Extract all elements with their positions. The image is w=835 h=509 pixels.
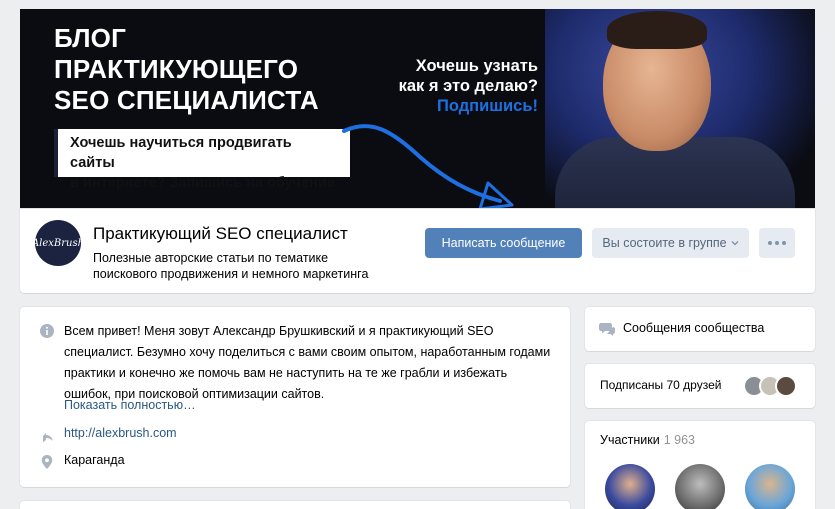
friends-avatars <box>743 375 797 397</box>
cover-title: БЛОГ ПРАКТИКУЮЩЕГО SEO СПЕЦИАЛИСТА <box>54 23 319 116</box>
membership-button[interactable]: Вы состоите в группе <box>592 228 749 258</box>
website-link[interactable]: http://alexbrush.com <box>64 426 177 440</box>
cover-title-line: ПРАКТИКУЮЩЕГО <box>54 54 299 84</box>
cover-title-line: БЛОГ <box>54 23 127 53</box>
info-icon <box>40 324 54 338</box>
send-message-label: Написать сообщение <box>441 236 566 250</box>
group-header: AlexBrush Практикующий SEO специалист По… <box>20 209 815 293</box>
group-status: Полезные авторские статьи по тематике по… <box>93 250 423 282</box>
group-status-line: поискового продвижения и немного маркети… <box>93 267 369 281</box>
members-label: Участники <box>600 433 660 447</box>
group-status-line: Полезные авторские статьи по тематике <box>93 251 329 265</box>
group-description: Всем привет! Меня зовут Александр Брушки… <box>64 324 551 401</box>
members-count: 1 963 <box>663 433 695 447</box>
cover-cta-line: как я это делаю? <box>398 77 538 95</box>
show-more-link[interactable]: Показать полностью… <box>64 398 196 412</box>
page-title: Практикующий SEO специалист <box>93 224 348 243</box>
cover-text-box: Хочешь научиться продвигать сайты в инте… <box>54 129 350 191</box>
avatar-logo-text: AlexBrush <box>31 237 85 249</box>
member-avatar[interactable] <box>745 464 795 509</box>
cover-box-line: в интернете? Запишись на обучение <box>70 175 335 191</box>
avatar <box>775 375 797 397</box>
cover-cta: Хочешь узнать как я это делаю? Подпишись… <box>370 56 538 116</box>
cover-title-line: SEO СПЕЦИАЛИСТА <box>54 85 319 115</box>
community-messages-label: Сообщения сообщества <box>623 321 765 335</box>
location-icon <box>41 455 53 469</box>
cover-box-line: Хочешь научиться продвигать сайты <box>70 135 292 171</box>
cover-portrait <box>545 9 815 209</box>
cover-cta-subscribe: Подпишись! <box>436 97 538 115</box>
membership-label: Вы состоите в группе <box>602 236 727 250</box>
members-header[interactable]: Участники 1 963 <box>600 433 695 447</box>
cover-image: БЛОГ ПРАКТИКУЮЩЕГО SEO СПЕЦИАЛИСТА Хочеш… <box>20 9 815 209</box>
cover-arrow-icon <box>342 124 514 209</box>
group-avatar[interactable]: AlexBrush <box>31 220 85 266</box>
friends-subscribed[interactable]: Подписаны 70 друзей <box>585 364 815 408</box>
group-info: Всем привет! Меня зовут Александр Брушки… <box>20 307 570 487</box>
link-icon <box>43 433 53 442</box>
member-avatar[interactable] <box>605 464 655 509</box>
member-avatar[interactable] <box>675 464 725 509</box>
more-actions-button[interactable] <box>759 228 795 258</box>
chat-icon <box>599 323 615 336</box>
city-label: Караганда <box>64 453 125 467</box>
cover-cta-line: Хочешь узнать <box>415 57 538 75</box>
friends-subscribed-label: Подписаны 70 друзей <box>600 378 722 392</box>
content-card <box>20 501 570 509</box>
send-message-button[interactable]: Написать сообщение <box>425 228 582 258</box>
members-block: Участники 1 963 <box>585 421 815 509</box>
community-messages[interactable]: Сообщения сообщества <box>585 307 815 351</box>
chevron-down-icon <box>731 241 739 246</box>
more-dots-icon <box>768 241 772 245</box>
